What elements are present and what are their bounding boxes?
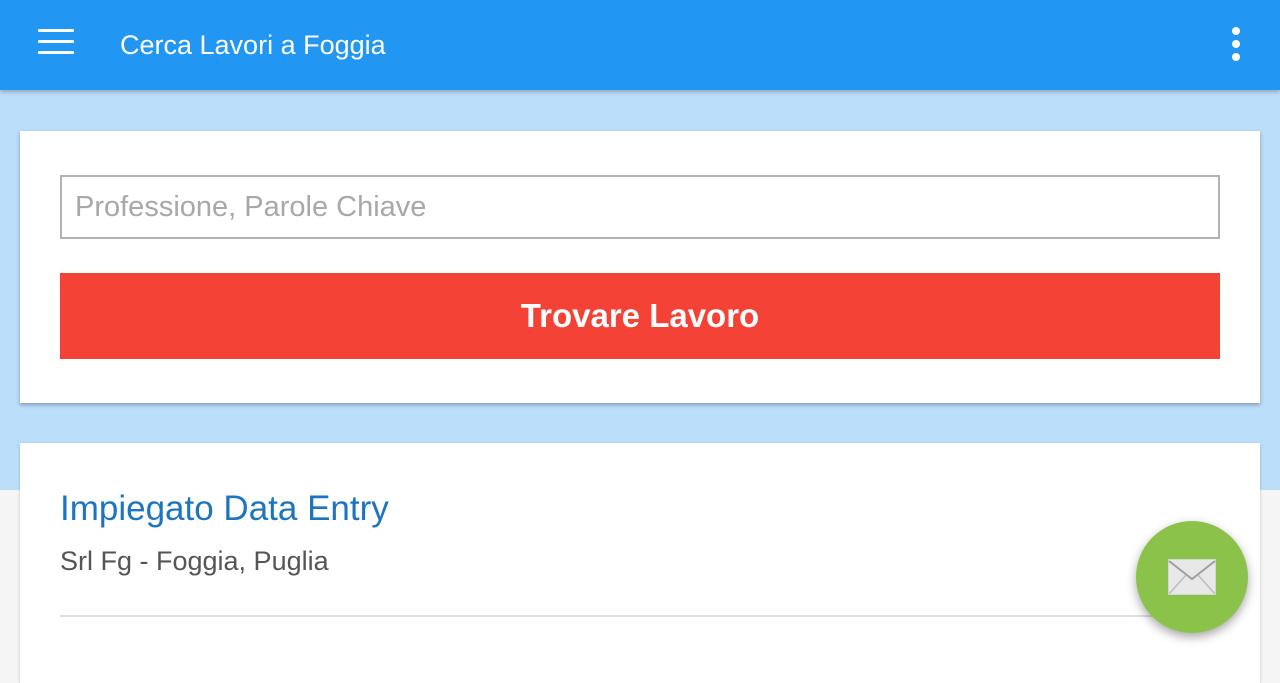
job-title[interactable]: Impiegato Data Entry xyxy=(60,489,389,529)
job-list: Impiegato Data Entry Srl Fg - Foggia, Pu… xyxy=(20,443,1260,683)
search-card: Trovare Lavoro xyxy=(20,131,1260,403)
hamburger-menu-icon[interactable] xyxy=(38,29,74,55)
mail-fab-button[interactable] xyxy=(1136,521,1248,633)
app-title: Cerca Lavori a Foggia xyxy=(120,30,386,60)
search-input[interactable] xyxy=(60,175,1220,239)
job-location: Srl Fg - Foggia, Puglia xyxy=(60,546,329,576)
search-button[interactable]: Trovare Lavoro xyxy=(60,273,1220,359)
app-bar: Cerca Lavori a Foggia xyxy=(0,0,1280,90)
more-vert-icon[interactable] xyxy=(1226,25,1246,65)
mail-icon xyxy=(1168,559,1216,595)
divider xyxy=(60,615,1220,617)
